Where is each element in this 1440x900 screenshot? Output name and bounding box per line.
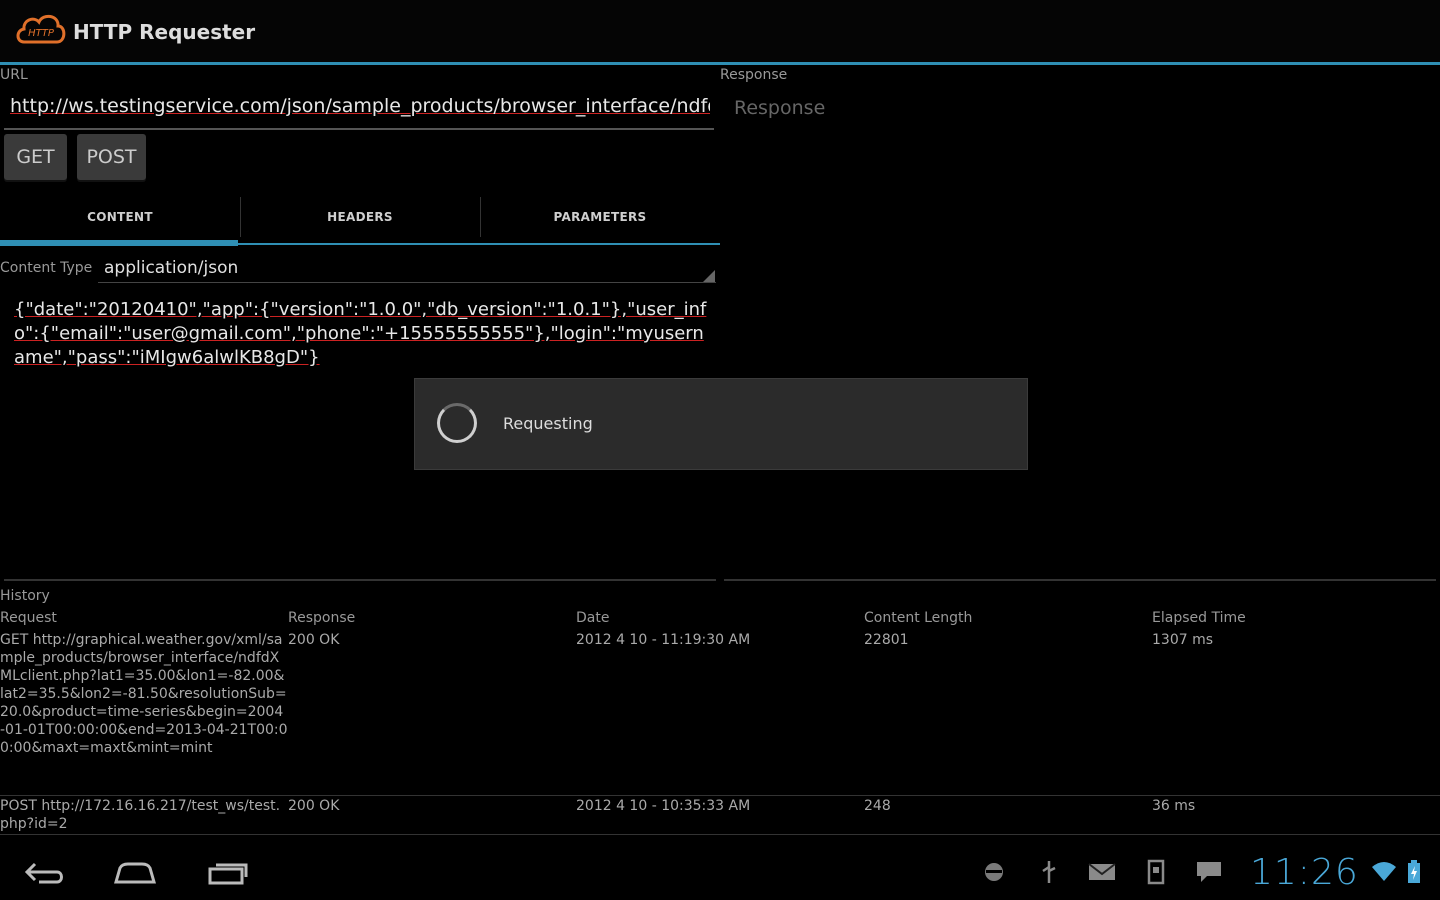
back-icon[interactable]	[20, 850, 70, 896]
column-header-content-length: Content Length	[864, 610, 973, 626]
response-output[interactable]: Response	[734, 97, 825, 119]
history-cell-response: 200 OK	[288, 798, 340, 814]
body-field-underline	[4, 579, 716, 581]
email-icon[interactable]	[1088, 858, 1116, 886]
home-icon[interactable]	[110, 850, 160, 896]
history-cell-request[interactable]: POST http://172.16.16.217/test_ws/test.p…	[0, 797, 288, 833]
history-cell-response: 200 OK	[288, 632, 340, 648]
history-cell-length: 22801	[864, 632, 909, 648]
history-cell-date: 2012 4 10 - 10:35:33 AM	[576, 798, 751, 814]
column-header-date: Date	[576, 610, 610, 626]
request-body-text[interactable]: {"date":"20120410","app":{"version":"1.0…	[14, 299, 706, 368]
history-label: History	[0, 588, 50, 604]
app-logo-icon[interactable]: HTTP	[14, 10, 68, 52]
android-debug-icon[interactable]	[980, 858, 1008, 886]
message-icon[interactable]	[1195, 858, 1223, 886]
column-header-response: Response	[288, 610, 356, 626]
url-input-text[interactable]: http://ws.testingservice.com/json/sample…	[10, 95, 710, 117]
content-type-label: Content Type	[0, 260, 93, 276]
history-cell-elapsed: 36 ms	[1152, 798, 1196, 814]
wifi-icon[interactable]	[1370, 858, 1398, 886]
content-type-underline	[98, 282, 716, 283]
request-body-input[interactable]: {"date":"20120410","app":{"version":"1.0…	[14, 298, 714, 370]
column-header-elapsed-time: Elapsed Time	[1152, 610, 1246, 626]
history-cell-length: 248	[864, 798, 891, 814]
svg-text:HTTP: HTTP	[28, 28, 55, 39]
column-header-request: Request	[0, 610, 57, 626]
dialog-message: Requesting	[503, 414, 593, 433]
content-type-select[interactable]: application/json	[104, 258, 238, 278]
tab-headers[interactable]: HEADERS	[240, 192, 480, 242]
post-button[interactable]: POST	[77, 134, 146, 180]
response-field-underline	[724, 579, 1436, 581]
dropdown-corner-icon[interactable]	[703, 270, 715, 282]
battery-icon[interactable]	[1400, 858, 1428, 886]
history-cell-elapsed: 1307 ms	[1152, 632, 1214, 648]
url-label: URL	[0, 67, 28, 83]
get-button[interactable]: GET	[4, 134, 67, 180]
app-title: HTTP Requester	[73, 20, 256, 44]
history-cell-date: 2012 4 10 - 11:19:30 AM	[576, 632, 751, 648]
usb-icon[interactable]	[1035, 858, 1063, 886]
status-clock[interactable]: 11:26	[1250, 852, 1359, 893]
row-divider	[0, 795, 1440, 796]
device-storage-icon[interactable]	[1142, 858, 1170, 886]
loading-spinner-icon	[437, 403, 477, 443]
recent-apps-icon[interactable]	[200, 850, 254, 896]
tab-content[interactable]: CONTENT	[0, 192, 240, 242]
tab-selected-indicator	[0, 240, 238, 246]
history-cell-request[interactable]: GET http://graphical.weather.gov/xml/sam…	[0, 631, 288, 757]
tab-parameters[interactable]: PARAMETERS	[480, 192, 720, 242]
response-label: Response	[720, 67, 788, 83]
row-divider	[0, 834, 1440, 835]
